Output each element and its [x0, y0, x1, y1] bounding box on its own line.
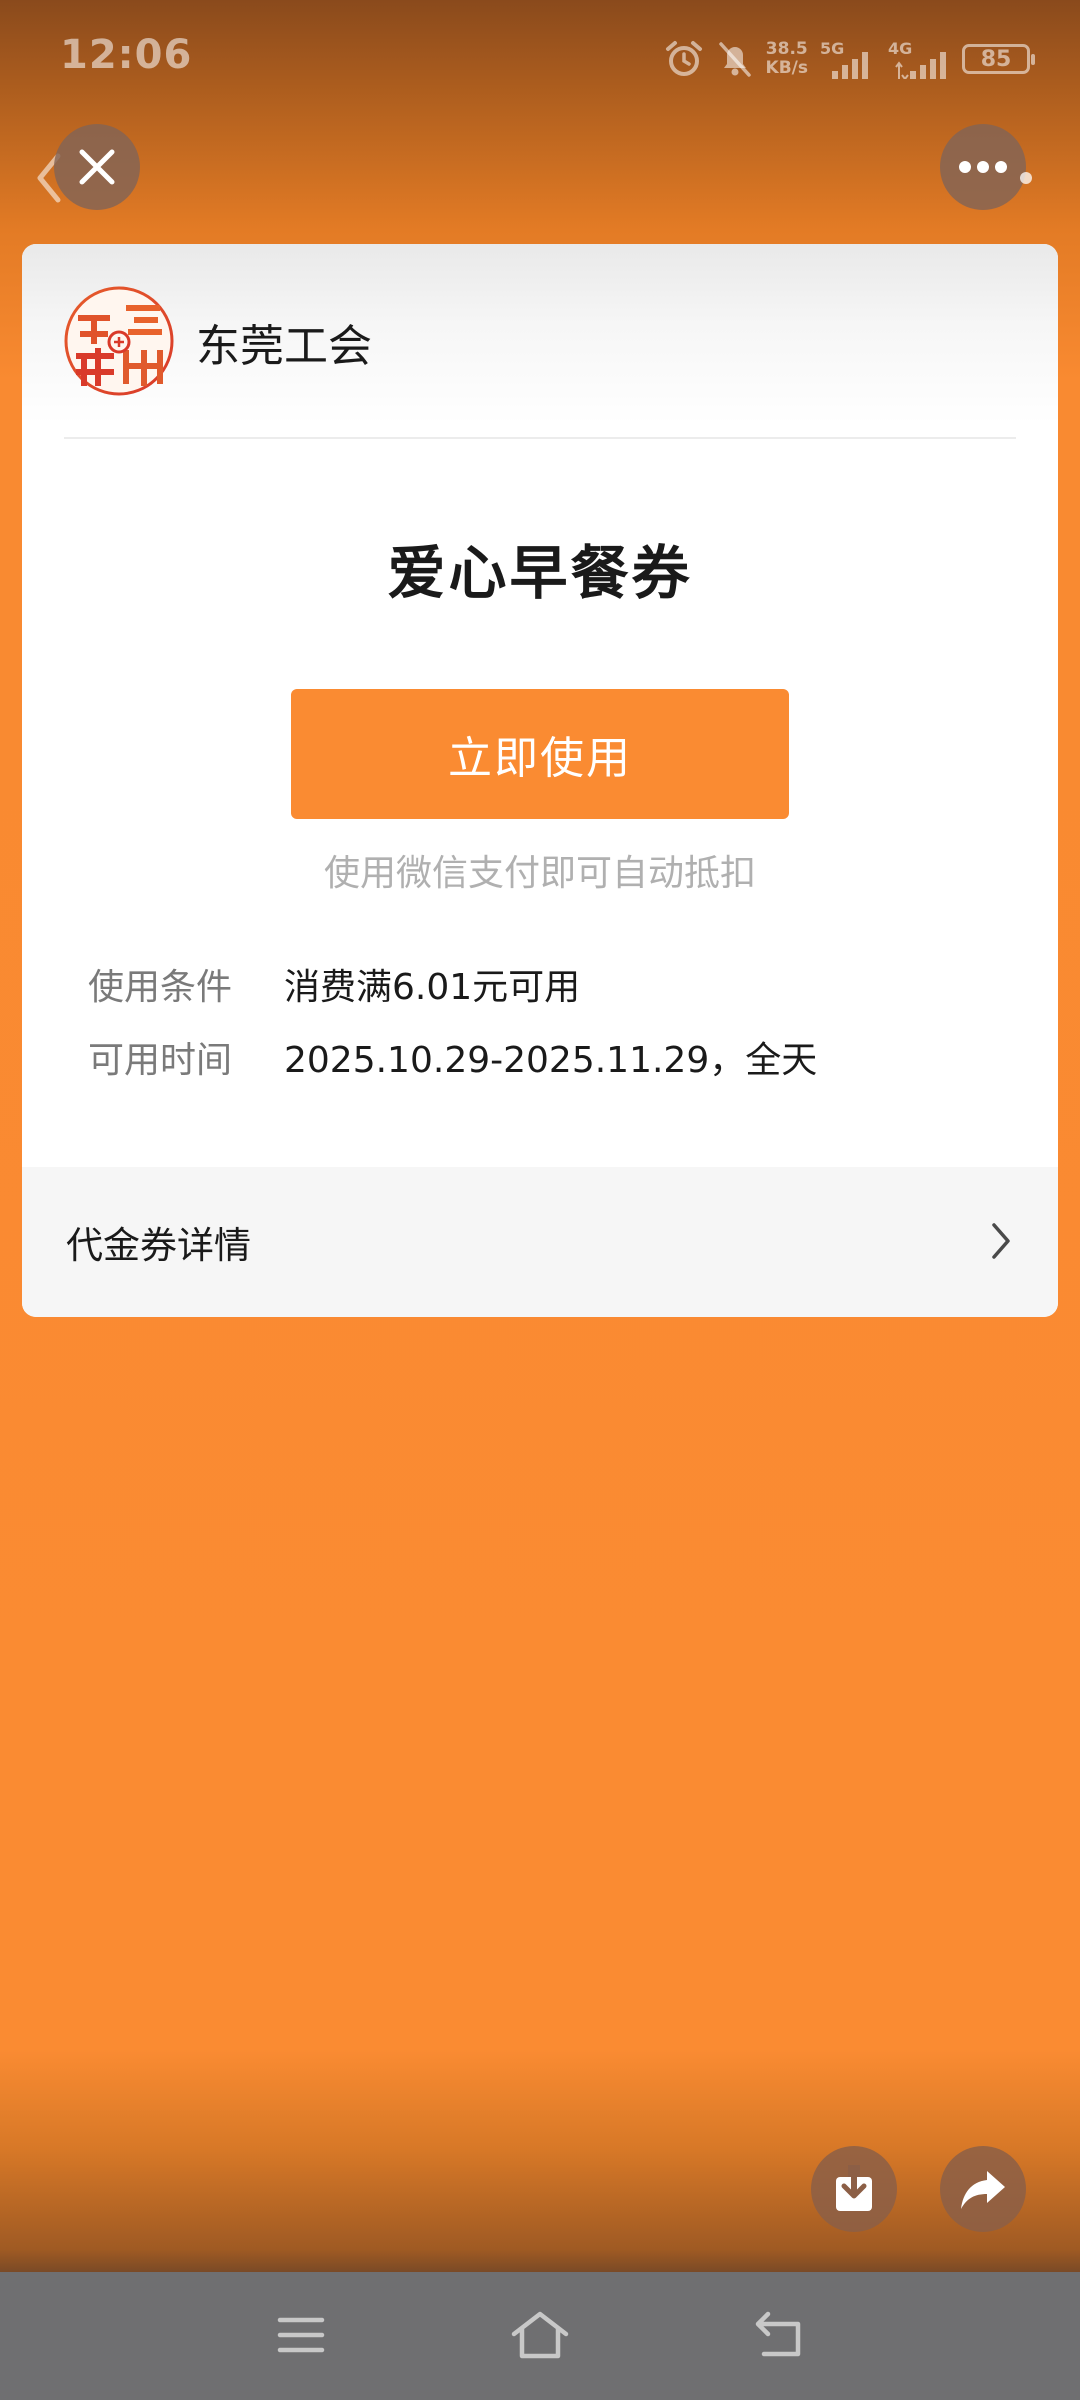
info-value: 消费满6.01元可用 [284, 967, 581, 1008]
sim1-signal: 5G [820, 39, 876, 79]
card-header [22, 244, 1058, 424]
menu-icon[interactable] [276, 2310, 326, 2360]
system-nav-bar [0, 2272, 1080, 2400]
union-logo [64, 286, 174, 396]
coupon-card: 东莞工会 爱心早餐券 立即使用 使用微信支付即可自动抵扣 使用条件 消费满6.0… [22, 244, 1058, 1317]
coupon-details-row[interactable]: 代金券详情 [22, 1167, 1058, 1317]
use-now-button[interactable]: 立即使用 [291, 689, 789, 819]
status-icons: 38.5 KB/s 5G 4G 85 [664, 34, 1035, 84]
signal-icon [895, 52, 946, 79]
download-icon [836, 2165, 872, 2211]
info-label: 可用时间 [88, 1040, 233, 1081]
network-speed: 38.5 KB/s [766, 40, 808, 78]
close-button[interactable] [54, 124, 140, 210]
network-speed-unit: KB/s [765, 58, 808, 78]
mute-bell-icon [716, 39, 754, 79]
chevron-right-icon [992, 1223, 1010, 1259]
coupon-details-label: 代金券详情 [66, 1224, 251, 1267]
info-row-condition: 使用条件 消费满6.01元可用 [88, 959, 580, 1009]
info-label: 使用条件 [88, 967, 233, 1008]
sim2-signal: 4G [888, 39, 950, 79]
close-icon [79, 149, 115, 185]
status-time: 12:06 [60, 32, 193, 78]
share-icon [961, 2171, 1005, 2209]
more-options-button[interactable] [940, 124, 1026, 210]
signal-icon [832, 52, 868, 79]
more-dots-icon [959, 161, 1007, 173]
home-icon[interactable] [510, 2310, 570, 2360]
back-icon[interactable] [752, 2310, 808, 2360]
share-button[interactable] [940, 2146, 1026, 2232]
coupon-title: 爱心早餐券 [387, 539, 693, 607]
download-button[interactable] [811, 2146, 897, 2232]
auto-deduct-hint: 使用微信支付即可自动抵扣 [323, 853, 756, 894]
battery-indicator: 85 [962, 44, 1035, 74]
status-bar: 12:06 38.5 KB/s 5G 4G 85 [0, 0, 1080, 118]
org-name: 东莞工会 [196, 321, 372, 372]
info-row-valid-time: 可用时间 2025.10.29-2025.11.29，全天 [88, 1032, 817, 1082]
more-dots-tail [1020, 172, 1032, 184]
alarm-icon [664, 39, 704, 79]
header-divider [64, 437, 1016, 439]
info-value: 2025.10.29-2025.11.29，全天 [284, 1040, 818, 1081]
network-speed-value: 38.5 [765, 39, 808, 59]
